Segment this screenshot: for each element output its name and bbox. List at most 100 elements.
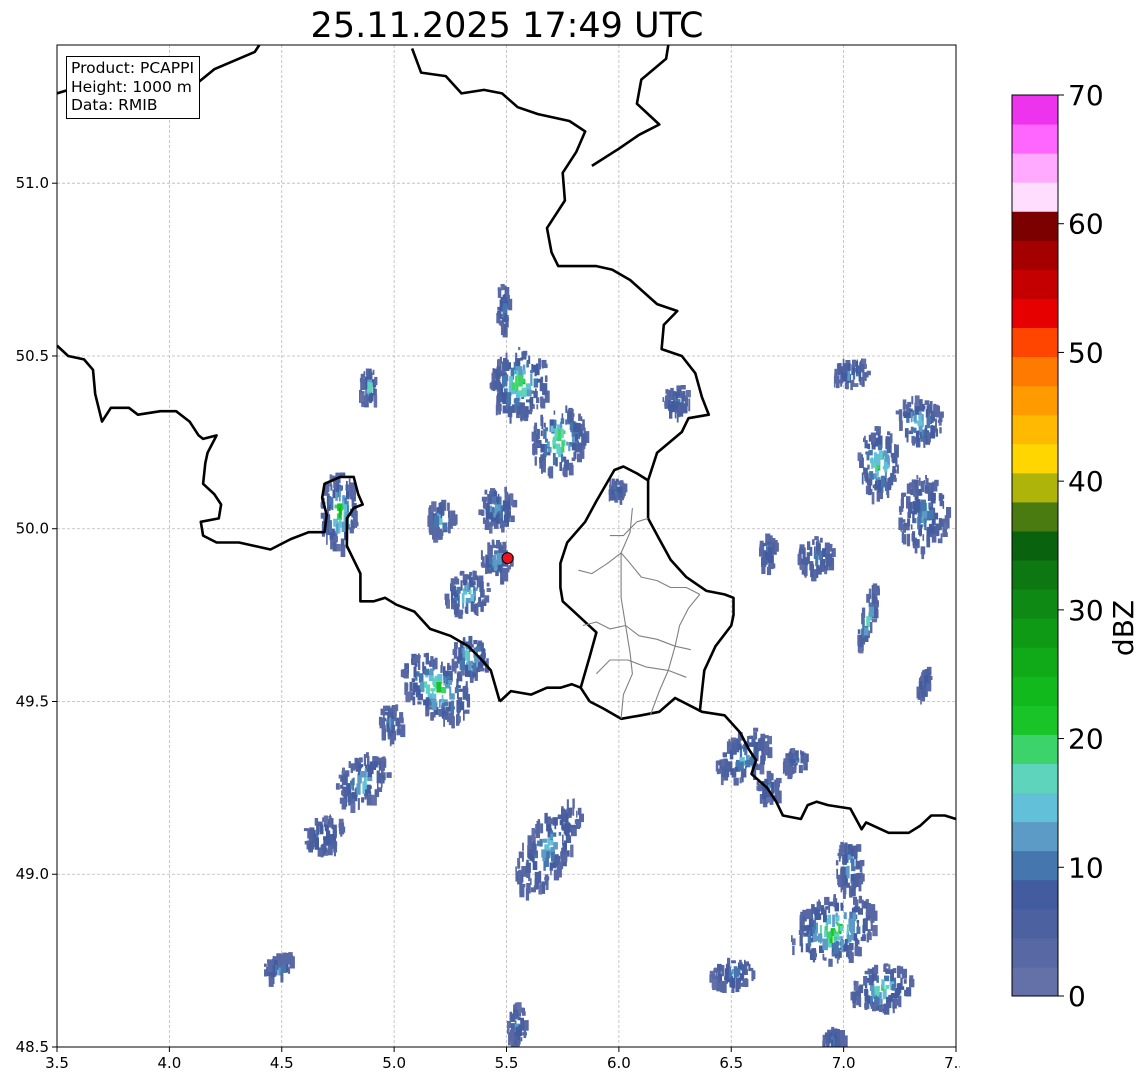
echo-pixel (739, 777, 742, 784)
echo-pixel (537, 840, 540, 847)
echo-pixel (572, 807, 575, 816)
echo-pixel (906, 434, 909, 443)
echo-pixel (872, 910, 878, 921)
echo-pixel (887, 443, 892, 454)
echo-pixel (834, 373, 837, 384)
echo-pixel (525, 862, 531, 873)
echo-pixel (518, 851, 524, 859)
echo-pixel (357, 798, 360, 810)
echo-pixel (912, 410, 915, 416)
echo-pixel (819, 913, 822, 920)
echo-pixel (853, 845, 858, 859)
echo-pixel (424, 668, 430, 676)
echo-pixel (571, 442, 576, 451)
echo-pixel (833, 894, 836, 900)
echo-pixel (839, 845, 843, 855)
echo-pixel (923, 438, 926, 448)
echo-pixel (456, 678, 459, 686)
echo-pixel (550, 834, 553, 840)
echo-pixel (853, 933, 858, 941)
echo-pixel (578, 413, 581, 421)
echo-pixel (413, 657, 419, 664)
echo-pixel (448, 712, 454, 719)
echo-pixel (582, 419, 585, 431)
echo-pixel (913, 427, 917, 433)
echo-pixel (504, 374, 508, 385)
echo-pixel (340, 538, 345, 546)
echo-pixel (538, 358, 542, 370)
echo-pixel (478, 596, 481, 601)
echo-pixel (498, 408, 501, 414)
echo-pixel (381, 762, 384, 776)
echo-pixel (766, 541, 772, 545)
echo-pixel (889, 476, 894, 486)
echo-pixel (407, 663, 409, 674)
echo-pixel (797, 554, 802, 565)
echo-pixel (541, 849, 547, 858)
echo-pixel (861, 472, 864, 485)
echo-pixel (540, 443, 545, 453)
echo-pixel (575, 422, 581, 432)
echo-pixel (356, 783, 361, 795)
echo-pixel (440, 665, 443, 673)
echo-pixel (853, 375, 856, 380)
echo-pixel (909, 979, 915, 988)
echo-pixel (761, 557, 767, 566)
echo-pixel (910, 426, 914, 432)
echo-pixel (539, 838, 543, 847)
colorbar-tick-label: 20 (1068, 723, 1104, 756)
colorbar-tick-label: 50 (1068, 336, 1104, 369)
echo-pixel (531, 828, 535, 841)
colorbar-segment (1012, 676, 1058, 706)
echo-pixel (331, 818, 334, 830)
echo-pixel (906, 533, 911, 547)
echo-pixel (874, 964, 879, 974)
echo-pixel (881, 979, 885, 988)
echo-pixel (271, 958, 274, 966)
echo-pixel (850, 381, 853, 391)
echo-pixel (892, 456, 898, 464)
echo-pixel (515, 1026, 519, 1038)
echo-pixel (550, 425, 554, 433)
echo-pixel (330, 484, 333, 491)
echo-pixel (458, 652, 463, 660)
echo-pixel (918, 690, 921, 699)
echo-pixel (438, 708, 442, 717)
echo-pixel (800, 558, 806, 565)
echo-pixel (766, 555, 770, 560)
echo-pixel (741, 770, 744, 783)
echo-pixel (326, 534, 328, 545)
echo-pixel (543, 422, 546, 428)
echo-pixel (873, 604, 879, 608)
echo-pixel (822, 566, 824, 572)
echo-pixel (329, 814, 331, 824)
echo-pixel (513, 1009, 519, 1014)
echo-pixel (858, 996, 862, 1007)
echo-pixel (853, 383, 859, 387)
echo-pixel (688, 398, 691, 412)
y-tick-label: 50.5 (16, 347, 49, 365)
echo-pixel (926, 405, 929, 413)
echo-pixel (381, 728, 386, 741)
x-axis-ticks: 3.5 4.0 4.5 5.0 5.5 6.0 6.5 7.0 7.5 (45, 1047, 960, 1072)
echo-pixel (507, 317, 509, 322)
echo-pixel (916, 475, 919, 480)
data-source-line: Data: RMIB (71, 96, 158, 114)
echo-pixel (829, 901, 834, 907)
echo-pixel (911, 396, 914, 405)
echo-pixel (461, 593, 465, 603)
echo-pixel (369, 393, 374, 402)
echo-pixel (872, 1006, 876, 1012)
echo-pixel (734, 967, 740, 977)
echo-pixel (442, 666, 446, 676)
echo-pixel (436, 507, 440, 513)
echo-pixel (910, 524, 913, 530)
echo-pixel (571, 457, 576, 461)
echo-pixel (417, 657, 421, 670)
echo-pixel (824, 1032, 829, 1038)
echo-pixel (435, 531, 438, 538)
y-tick-label: 51.0 (16, 174, 49, 192)
echo-pixel (448, 701, 451, 712)
echo-pixel (361, 797, 365, 803)
echo-pixel (541, 361, 544, 369)
